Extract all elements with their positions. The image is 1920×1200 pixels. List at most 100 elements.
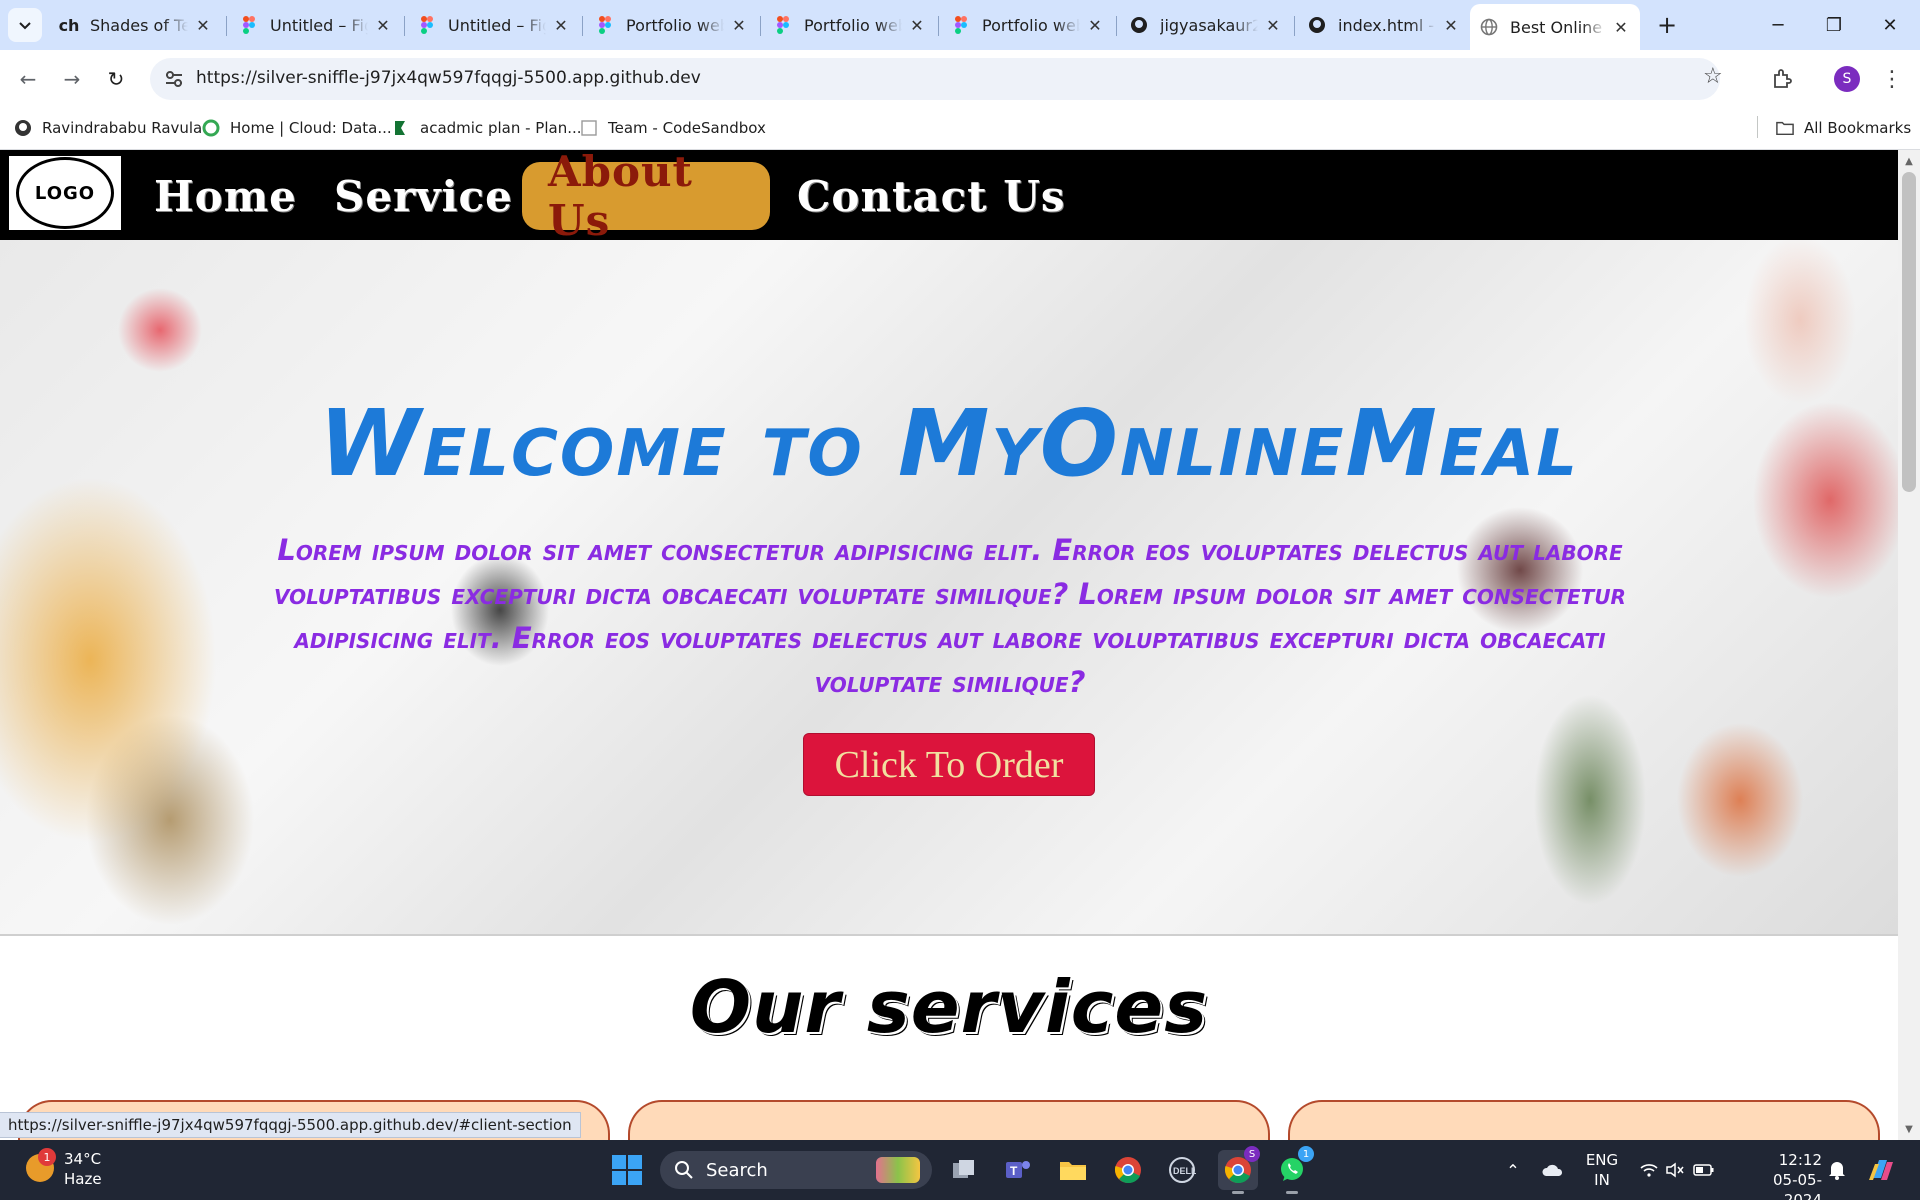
tab-figma-untitled-1[interactable]: Untitled – Figma ✕	[230, 7, 402, 43]
tab-portfolio-3[interactable]: Portfolio website ✕	[942, 7, 1114, 43]
weather-condition: Haze	[64, 1170, 102, 1188]
minimize-button[interactable]: ─	[1750, 0, 1806, 50]
close-icon[interactable]: ✕	[374, 16, 392, 35]
bookmark-ravindrababu[interactable]: Ravindrababu Ravula	[14, 116, 202, 140]
tab-github-jigyasakaur22[interactable]: jigyasakaur22 ✕	[1120, 7, 1292, 43]
click-to-order-button[interactable]: Click To Order	[803, 733, 1095, 796]
link-status-bubble: https://silver-sniffle-j97jx4qw597fqqgj-…	[0, 1112, 581, 1138]
nav-about-us-link[interactable]: About Us	[522, 150, 770, 245]
close-icon[interactable]: ✕	[1612, 18, 1630, 37]
taskbar-chrome[interactable]	[1108, 1150, 1148, 1190]
bookmark-cloud-data[interactable]: Home | Cloud: Data...	[202, 116, 392, 140]
forward-button[interactable]: →	[56, 63, 88, 95]
site-logo[interactable]: LOGO	[9, 156, 121, 230]
figma-icon	[596, 16, 614, 34]
battery-icon[interactable]	[1690, 1150, 1718, 1190]
taskbar-dell[interactable]: DELL	[1162, 1150, 1202, 1190]
tab-portfolio-2[interactable]: Portfolio website ✕	[764, 7, 936, 43]
scroll-down-icon[interactable]: ▼	[1902, 1122, 1916, 1136]
site-settings-icon[interactable]	[162, 67, 186, 91]
more-menu-icon[interactable]: ⋮	[1876, 63, 1908, 95]
plan-icon	[392, 119, 410, 137]
arrow-left-icon: ←	[19, 67, 37, 91]
onedrive-icon[interactable]	[1538, 1150, 1568, 1190]
tab-title: Best Online f	[1510, 17, 1606, 37]
close-icon: ✕	[1882, 14, 1898, 36]
taskbar-whatsapp[interactable]: 1	[1272, 1146, 1314, 1194]
tab-shades-of-teal[interactable]: ch Shades of Teal ✕	[50, 7, 222, 43]
bookmark-star-icon[interactable]: ☆	[1703, 64, 1723, 89]
language-region: IN	[1594, 1171, 1610, 1189]
close-icon[interactable]: ✕	[908, 16, 926, 35]
close-icon[interactable]: ✕	[1086, 16, 1104, 35]
tab-github-index-html[interactable]: index.html - v ✕	[1298, 7, 1470, 43]
taskbar-chrome-profile[interactable]: S	[1218, 1146, 1260, 1194]
weather-badge: 1	[38, 1148, 56, 1166]
nav-service-link[interactable]: Service	[334, 162, 513, 230]
bookmark-label: Team - CodeSandbox	[608, 119, 766, 137]
language-indicator[interactable]: ENG IN	[1582, 1150, 1622, 1190]
nav-contact-us-link[interactable]: Contact Us	[797, 162, 1065, 230]
notifications-bell-icon[interactable]	[1824, 1150, 1850, 1190]
url-text[interactable]: https://silver-sniffle-j97jx4qw597fqqgj-…	[196, 68, 701, 88]
scrollbar-thumb[interactable]	[1902, 172, 1916, 492]
copilot-icon[interactable]	[1864, 1150, 1898, 1190]
bookmark-codesandbox[interactable]: Team - CodeSandbox	[580, 116, 766, 140]
taskbar-file-explorer[interactable]	[1053, 1150, 1093, 1190]
hero-paragraph: Lorem ipsum dolor sit amet consectetur a…	[274, 533, 1626, 699]
tab-figma-untitled-2[interactable]: Untitled – Figma ✕	[408, 7, 580, 43]
profile-avatar[interactable]: S	[1834, 66, 1860, 92]
all-bookmarks-label: All Bookmarks	[1804, 119, 1912, 137]
chrome-profile-badge: S	[1244, 1146, 1260, 1162]
taskbar-search[interactable]: Search	[660, 1151, 932, 1189]
back-button[interactable]: ←	[12, 63, 44, 95]
section-divider	[0, 934, 1898, 936]
bookmark-academic-plan[interactable]: acadmic plan - Plan...	[392, 116, 582, 140]
weather-widget[interactable]: 1 34°C Haze	[20, 1148, 140, 1192]
close-icon[interactable]: ✕	[552, 16, 570, 35]
service-card[interactable]	[628, 1100, 1270, 1140]
hero-section: Welcome to MyOnlineMeal Lorem ipsum dolo…	[0, 240, 1898, 934]
taskbar-search-label: Search	[706, 1159, 768, 1181]
weather-temperature: 34°C	[64, 1150, 102, 1168]
show-hidden-icons-button[interactable]: ⌃	[1500, 1150, 1526, 1190]
tab-search-button[interactable]	[8, 8, 42, 42]
scroll-up-icon[interactable]: ▲	[1902, 154, 1916, 168]
nav-home-link[interactable]: Home	[154, 162, 297, 230]
whatsapp-badge: 1	[1298, 1146, 1314, 1162]
windows-logo-icon	[612, 1155, 626, 1169]
folder-icon	[1060, 1162, 1086, 1180]
cloud-ring-icon	[202, 119, 220, 137]
chrome-icon	[1114, 1157, 1141, 1184]
tab-title: Shades of Teal	[90, 15, 188, 35]
close-window-button[interactable]: ✕	[1862, 0, 1918, 50]
taskbar-clock[interactable]: 12:12 05-05-2024	[1736, 1150, 1822, 1200]
close-icon[interactable]: ✕	[730, 16, 748, 35]
close-icon[interactable]: ✕	[1442, 16, 1460, 35]
close-icon[interactable]: ✕	[1264, 16, 1282, 35]
wifi-icon[interactable]	[1636, 1150, 1662, 1190]
ch-favicon-icon: ch	[58, 15, 80, 35]
close-icon[interactable]: ✕	[194, 16, 212, 35]
volume-muted-icon[interactable]	[1662, 1150, 1688, 1190]
teams-icon: T	[1006, 1161, 1030, 1178]
all-bookmarks-button[interactable]: All Bookmarks	[1776, 116, 1911, 140]
service-card[interactable]	[1288, 1100, 1880, 1140]
reload-icon: ↻	[107, 67, 125, 91]
reload-button[interactable]: ↻	[100, 63, 132, 95]
tab-portfolio-1[interactable]: Portfolio website ✕	[586, 7, 758, 43]
new-tab-button[interactable]: +	[1652, 10, 1682, 40]
restore-icon: ❐	[1825, 14, 1843, 36]
restore-button[interactable]: ❐	[1806, 0, 1862, 50]
tab-title: Portfolio website	[982, 15, 1080, 35]
windows-start-button[interactable]	[612, 1155, 642, 1185]
extensions-icon[interactable]	[1766, 63, 1798, 95]
chevron-down-icon	[19, 22, 31, 30]
github-icon	[1308, 16, 1326, 34]
bookmark-label: acadmic plan - Plan...	[420, 119, 582, 137]
task-view-button[interactable]	[944, 1150, 984, 1190]
taskbar-teams[interactable]: T	[998, 1150, 1038, 1190]
tab-best-online-food[interactable]: Best Online f ✕	[1470, 4, 1640, 50]
dell-icon: DELL	[1169, 1157, 1196, 1183]
services-heading: Our services	[689, 965, 1209, 1049]
